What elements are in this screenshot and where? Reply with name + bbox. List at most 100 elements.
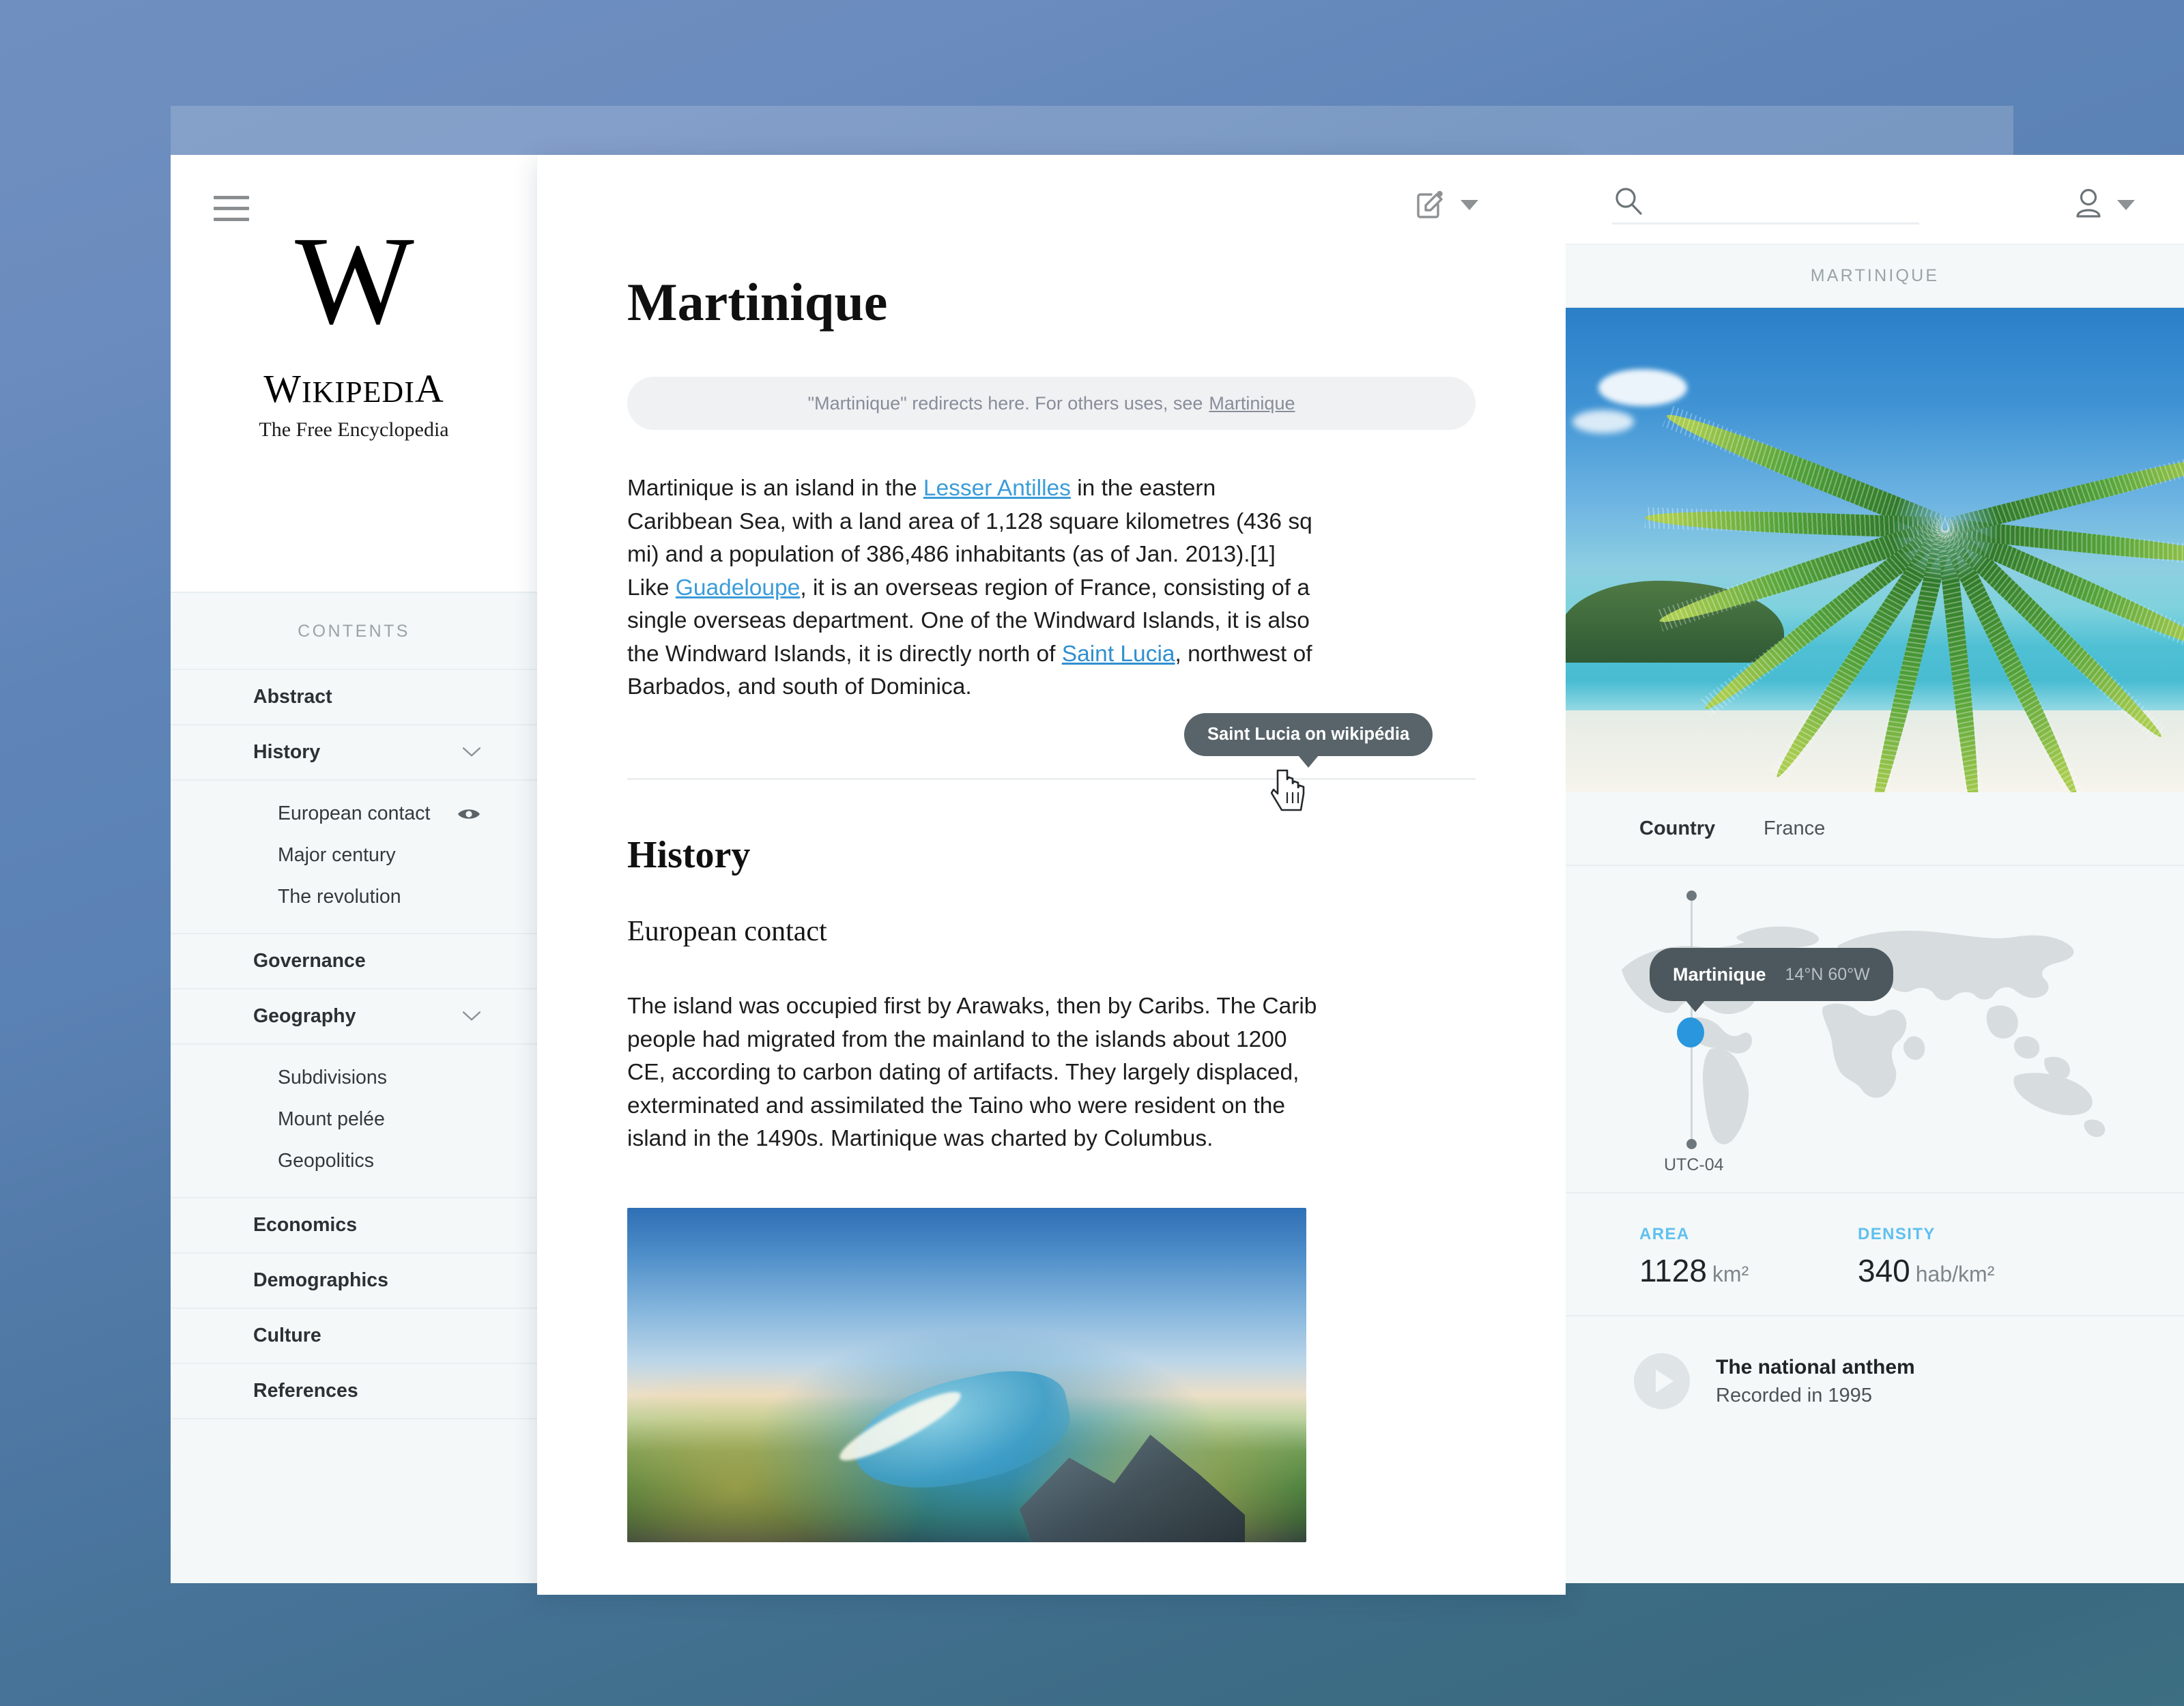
stat-label: AREA (1639, 1225, 1690, 1243)
info-panel-hero-image (1566, 308, 2184, 792)
article-photo (627, 1207, 1306, 1542)
sidebar-item-label: European contact (278, 803, 431, 824)
stat-area: AREA 1128 km² (1639, 1225, 1858, 1315)
caret-down-icon[interactable] (2117, 200, 2135, 210)
sidebar-item-subdivisions[interactable]: Subdivisions (171, 1057, 537, 1099)
caret-down-icon[interactable] (1461, 200, 1478, 210)
redirect-notice-link[interactable]: Martinique (1209, 393, 1295, 414)
sidebar-item-culture[interactable]: Culture (171, 1309, 537, 1364)
timezone-label: UTC-04 (1664, 1155, 1724, 1174)
wordmark-cap: W (263, 366, 302, 411)
user-menu-button[interactable] (2073, 188, 2135, 222)
search-box[interactable] (1612, 182, 1919, 225)
search-underline (1612, 182, 1919, 225)
info-panel: MARTINIQUE Country France UTC-04 Martini… (1566, 155, 2184, 1583)
sidebar-item-geopolitics[interactable]: Geopolitics (171, 1140, 537, 1182)
redirect-notice-text: "Martinique" redirects here. For others … (807, 392, 1203, 414)
wikipedia-w-monogram: W (295, 211, 414, 351)
sidebar-item-references[interactable]: References (171, 1364, 537, 1419)
sidebar-item-label: Geography (253, 1005, 356, 1027)
sidebar-subgroup-history: European contact Major century The revol… (171, 781, 537, 934)
table-of-contents: CONTENTS Abstract History European conta… (171, 592, 537, 1583)
sidebar-item-geography[interactable]: Geography (171, 989, 537, 1045)
chevron-down-icon[interactable] (463, 1011, 480, 1021)
page-title: Martinique (627, 272, 888, 332)
intro-text-1: Martinique is an island in the (627, 476, 923, 501)
stat-value: 340 hab/km² (1858, 1252, 2076, 1289)
wikipedia-tagline: The Free Encyclopedia (259, 418, 449, 441)
wikipedia-logo[interactable]: W WIKIPEDIA The Free Encyclopedia (171, 218, 537, 442)
edit-button[interactable] (1414, 188, 1478, 222)
sidebar-item-label: References (253, 1380, 358, 1402)
stat-label: DENSITY (1858, 1225, 1936, 1243)
hero-cloud (1572, 410, 1634, 433)
sidebar-item-label: Mount pelée (278, 1108, 385, 1130)
mouse-cursor-pointer (1270, 769, 1308, 818)
sidebar-item-european-contact[interactable]: European contact (171, 793, 537, 835)
user-avatar-icon (2073, 188, 2103, 222)
world-map[interactable]: UTC-04 Martinique 14°N 60°W (1566, 866, 2184, 1194)
app-window: W WIKIPEDIA The Free Encyclopedia CONTEN… (171, 106, 2184, 1595)
sidebar-item-demographics[interactable]: Demographics (171, 1254, 537, 1309)
sidebar-item-label: Abstract (253, 686, 332, 708)
article-body: Martinique "Martinique" redirects here. … (537, 276, 1566, 1542)
stat-number: 340 (1858, 1253, 1910, 1288)
sidebar-item-label: Economics (253, 1214, 358, 1236)
map-tooltip-coordinates: 14°N 60°W (1785, 964, 1870, 984)
hamburger-bar (214, 207, 249, 210)
sidebar-item-label: Governance (253, 950, 366, 972)
wikipedia-wordmark: WIKIPEDIA (171, 366, 537, 411)
sidebar-item-major-century[interactable]: Major century (171, 835, 537, 876)
sidebar-header: W WIKIPEDIA The Free Encyclopedia (171, 155, 537, 592)
sidebar-item-label: Major century (278, 844, 396, 866)
stat-number: 1128 (1639, 1253, 1707, 1288)
left-sidebar: W WIKIPEDIA The Free Encyclopedia CONTEN… (171, 155, 537, 1583)
sidebar-item-abstract[interactable]: Abstract (171, 670, 537, 725)
sidebar-subgroup-geography: Subdivisions Mount pelée Geopolitics (171, 1045, 537, 1198)
palm-tree (1644, 308, 2184, 792)
link-saint-lucia[interactable]: Saint Lucia (1062, 641, 1175, 667)
search-input[interactable] (1663, 182, 1915, 220)
eye-icon[interactable] (457, 807, 480, 822)
link-tooltip: Saint Lucia on wikipédia (1184, 713, 1433, 768)
sidebar-item-label: The revolution (278, 886, 401, 908)
sidebar-item-label: History (253, 741, 321, 763)
article-toolbar (537, 155, 1566, 227)
intro-paragraph: Martinique is an island in the Lesser An… (627, 472, 1323, 704)
stat-unit: hab/km² (1915, 1262, 1995, 1286)
stats-row: AREA 1128 km² DENSITY 340 hab/km² (1566, 1194, 2184, 1316)
stat-unit: km² (1712, 1262, 1749, 1286)
stat-value: 1128 km² (1639, 1252, 1858, 1289)
sidebar-item-history[interactable]: History (171, 725, 537, 781)
search-icon (1612, 185, 1645, 221)
map-pin-marker[interactable] (1677, 1017, 1704, 1047)
play-icon (1655, 1370, 1673, 1393)
wordmark-last: A (414, 366, 444, 411)
subsection-heading-european-contact: European contact (627, 915, 827, 947)
contents-heading: CONTENTS (171, 593, 537, 670)
section-heading-history: History (627, 833, 751, 876)
link-guadeloupe[interactable]: Guadeloupe (676, 575, 801, 601)
sidebar-item-governance[interactable]: Governance (171, 934, 537, 989)
sidebar-item-mount-pelee[interactable]: Mount pelée (171, 1099, 537, 1140)
link-lesser-antilles[interactable]: Lesser Antilles (923, 476, 1071, 501)
play-button[interactable] (1634, 1353, 1690, 1409)
anthem-player[interactable]: The national anthem Recorded in 1995 (1566, 1316, 2184, 1446)
history-paragraph: The island was occupied first by Arawaks… (627, 993, 1317, 1152)
map-tooltip: Martinique 14°N 60°W (1650, 948, 1893, 1012)
anthem-subtitle: Recorded in 1995 (1716, 1384, 1872, 1406)
info-panel-title: MARTINIQUE (1566, 245, 2184, 308)
edit-pencil-icon (1414, 188, 1446, 222)
stat-density: DENSITY 340 hab/km² (1858, 1225, 2076, 1315)
sidebar-item-economics[interactable]: Economics (171, 1198, 537, 1254)
section-divider (627, 777, 1476, 780)
chevron-down-icon[interactable] (463, 747, 480, 757)
sidebar-item-label: Geopolitics (278, 1150, 374, 1172)
window-title-band (171, 106, 2013, 155)
timezone-dot-bottom (1686, 1139, 1697, 1149)
info-row-country: Country France (1566, 792, 2184, 866)
sidebar-item-the-revolution[interactable]: The revolution (171, 876, 537, 918)
sidebar-item-label: Culture (253, 1325, 321, 1346)
info-row-key: Country (1639, 817, 1716, 839)
redirect-notice: "Martinique" redirects here. For others … (627, 377, 1476, 430)
